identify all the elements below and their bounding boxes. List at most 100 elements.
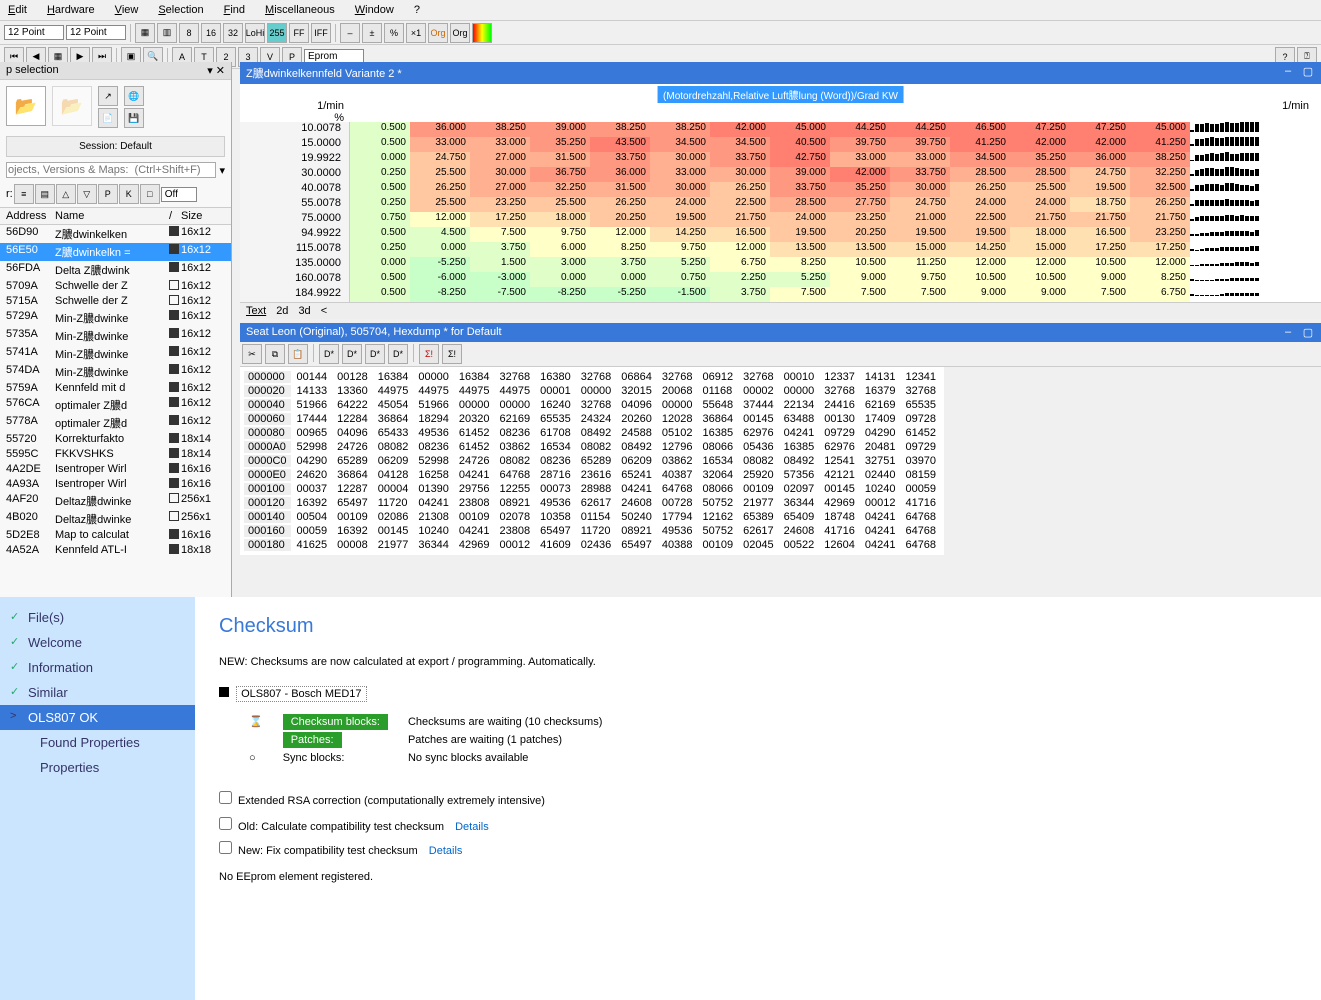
map-data-row[interactable]: 184.99220.500-8.250-7.500-8.250-5.250-1.… xyxy=(240,287,1321,302)
tb-iff-icon[interactable]: IFF xyxy=(311,23,331,43)
win-min-icon[interactable]: – xyxy=(1281,65,1295,81)
map-list-row[interactable]: 5759AKennfeld mit d16x12 xyxy=(0,381,231,396)
hex-max-icon[interactable]: ▢ xyxy=(1301,326,1315,339)
hex-row[interactable]: 0000405196664222450545196600000000001624… xyxy=(244,399,940,411)
filter-input[interactable] xyxy=(6,162,216,178)
mini-out-icon[interactable]: ↗ xyxy=(98,86,118,106)
tb-8-icon[interactable]: 8 xyxy=(179,23,199,43)
col-size[interactable]: Size xyxy=(181,210,231,222)
hex-row[interactable]: 0000601744412284368641829420320621696553… xyxy=(244,413,940,425)
mini-save-icon[interactable]: 💾 xyxy=(124,108,144,128)
tb-org2-icon[interactable]: Org xyxy=(450,23,470,43)
tb-org-icon[interactable]: Org xyxy=(428,23,448,43)
map-data-row[interactable]: 10.00780.50036.00038.25039.00038.25038.2… xyxy=(240,122,1321,137)
hex-row[interactable]: 0001600005916392001451024004241238086549… xyxy=(244,525,940,537)
flt-btn1[interactable]: ≡ xyxy=(14,184,34,204)
open-project-button[interactable]: 📂 xyxy=(6,86,46,126)
tb-grid2-icon[interactable]: ▥ xyxy=(157,23,177,43)
tb-grid1-icon[interactable]: ▦ xyxy=(135,23,155,43)
menu-edit[interactable]: Edit xyxy=(4,2,31,18)
map-list[interactable]: 56D90Z膿dwinkelken16x1256E50Z膿dwinkelkn =… xyxy=(0,225,231,555)
tab-lt[interactable]: < xyxy=(321,305,327,317)
cb-old[interactable]: Old: Calculate compatibility test checks… xyxy=(219,821,444,833)
tb-percent-icon[interactable]: % xyxy=(384,23,404,43)
map-list-row[interactable]: 56FDADelta Z膿dwink16x12 xyxy=(0,261,231,279)
win-max-icon[interactable]: ▢ xyxy=(1301,65,1315,81)
tb-x1-icon[interactable]: ×1 xyxy=(406,23,426,43)
menu-misc[interactable]: Miscellaneous xyxy=(261,2,339,18)
map-data-row[interactable]: 160.00780.500-6.000-3.0000.0000.0000.750… xyxy=(240,272,1321,287)
map-list-row[interactable]: 4A93AIsentroper Wirl16x16 xyxy=(0,477,231,492)
map-list-row[interactable]: 5778Aoptimaler Z膿d16x12 xyxy=(0,414,231,432)
map-data-row[interactable]: 15.00000.50033.00033.00035.25043.50034.5… xyxy=(240,137,1321,152)
col-address[interactable]: Address xyxy=(0,210,55,222)
nav-found-properties[interactable]: Found Properties xyxy=(0,730,195,755)
col-name[interactable]: Name xyxy=(55,210,169,222)
flt-btn3[interactable]: △ xyxy=(56,184,76,204)
tb-255-icon[interactable]: 255 xyxy=(267,23,287,43)
map-data-row[interactable]: 75.00000.75012.00017.25018.00020.25019.5… xyxy=(240,212,1321,227)
map-list-row[interactable]: 55720Korrekturfakto18x14 xyxy=(0,432,231,447)
hex-cut-icon[interactable]: ✂ xyxy=(242,344,262,364)
nav-welcome[interactable]: Welcome xyxy=(0,630,195,655)
tb-16-icon[interactable]: 16 xyxy=(201,23,221,43)
hex-row[interactable]: 0000C00429065289062095299824726080820823… xyxy=(244,455,940,467)
map-data-grid[interactable]: 10.00780.50036.00038.25039.00038.25038.2… xyxy=(240,122,1321,302)
map-data-row[interactable]: 135.00000.000-5.2501.5003.0003.7505.2506… xyxy=(240,257,1321,272)
menu-hardware[interactable]: Hardware xyxy=(43,2,99,18)
map-list-row[interactable]: 4AF20Deltaz膿dwinke256x1 xyxy=(0,492,231,510)
menu-find[interactable]: Find xyxy=(220,2,249,18)
hex-copy-icon[interactable]: ⧉ xyxy=(265,344,285,364)
hex-d2-icon[interactable]: D* xyxy=(342,344,362,364)
tb-32-icon[interactable]: 32 xyxy=(223,23,243,43)
panel-close-icon[interactable]: ✕ xyxy=(216,65,225,77)
tb-lohi-icon[interactable]: LoHi xyxy=(245,23,265,43)
hex-d3-icon[interactable]: D* xyxy=(365,344,385,364)
map-list-row[interactable]: 5715ASchwelle der Z16x12 xyxy=(0,294,231,309)
combo-point2[interactable]: 12 Point xyxy=(66,25,126,40)
checksum-plugin-label[interactable]: OLS807 - Bosch MED17 xyxy=(236,686,366,702)
cb-rsa[interactable]: Extended RSA correction (computationally… xyxy=(219,795,545,807)
details-new-link[interactable]: Details xyxy=(429,845,463,857)
hex-sigma-icon[interactable]: Σ! xyxy=(419,344,439,364)
map-list-row[interactable]: 5595CFKKVSHKS18x14 xyxy=(0,447,231,462)
hex-row[interactable]: 0001201639265497117200424123808089214953… xyxy=(244,497,940,509)
map-list-row[interactable]: 5741AMin-Z膿dwinke16x12 xyxy=(0,345,231,363)
map-data-row[interactable]: 30.00000.25025.50030.00036.75036.00033.0… xyxy=(240,167,1321,182)
map-list-row[interactable]: 5729AMin-Z膿dwinke16x12 xyxy=(0,309,231,327)
tab-3d[interactable]: 3d xyxy=(298,305,310,317)
hex-row[interactable]: 0000800096504096654334953661452082366170… xyxy=(244,427,940,439)
map-list-row[interactable]: 56E50Z膿dwinkelkn =16x12 xyxy=(0,243,231,261)
hex-row[interactable]: 0000E02462036864041281625804241647682871… xyxy=(244,469,940,481)
tab-text[interactable]: Text xyxy=(246,305,266,317)
map-list-row[interactable]: 5735AMin-Z膿dwinke16x12 xyxy=(0,327,231,345)
map-data-row[interactable]: 94.99220.5004.5007.5009.75012.00014.2501… xyxy=(240,227,1321,242)
flt-btn6[interactable]: K xyxy=(119,184,139,204)
tb-ff-icon[interactable]: FF xyxy=(289,23,309,43)
map-list-row[interactable]: 5709ASchwelle der Z16x12 xyxy=(0,279,231,294)
map-list-row[interactable]: 56D90Z膿dwinkelken16x12 xyxy=(0,225,231,243)
hexdump-grid[interactable]: 0000000014400128163840000016384327681638… xyxy=(240,367,944,555)
mini-globe-icon[interactable]: 🌐 xyxy=(124,86,144,106)
hex-row[interactable]: 0001804162500008219773634442969000124160… xyxy=(244,539,940,551)
hex-row[interactable]: 0001000003712287000040139029756122550007… xyxy=(244,483,940,495)
map-data-row[interactable]: 55.00780.25025.50023.25025.50026.25024.0… xyxy=(240,197,1321,212)
hex-d1-icon[interactable]: D* xyxy=(319,344,339,364)
hex-paste-icon[interactable]: 📋 xyxy=(288,344,308,364)
mini-doc-icon[interactable]: 📄 xyxy=(98,108,118,128)
hex-row[interactable]: 0000000014400128163840000016384327681638… xyxy=(244,371,940,383)
map-data-row[interactable]: 115.00780.2500.0003.7506.0008.2509.75012… xyxy=(240,242,1321,257)
tb-color-icon[interactable] xyxy=(472,23,492,43)
flt-off[interactable]: Off xyxy=(161,187,197,202)
menu-selection[interactable]: Selection xyxy=(154,2,207,18)
map-list-row[interactable]: 4A52AKennfeld ATL-I18x18 xyxy=(0,543,231,555)
tab-2d[interactable]: 2d xyxy=(276,305,288,317)
hex-row[interactable]: 0000A05299824726080820823661452038621653… xyxy=(244,441,940,453)
tb-dash-icon[interactable]: – xyxy=(340,23,360,43)
cb-new[interactable]: New: Fix compatibility test checksum xyxy=(219,845,418,857)
hex-d4-icon[interactable]: D* xyxy=(388,344,408,364)
hex-row[interactable]: 0001400050400109020862130800109020781035… xyxy=(244,511,940,523)
menu-help[interactable]: ? xyxy=(410,2,424,18)
details-old-link[interactable]: Details xyxy=(455,821,489,833)
nav-ols807-ok[interactable]: OLS807 OK xyxy=(0,705,195,730)
